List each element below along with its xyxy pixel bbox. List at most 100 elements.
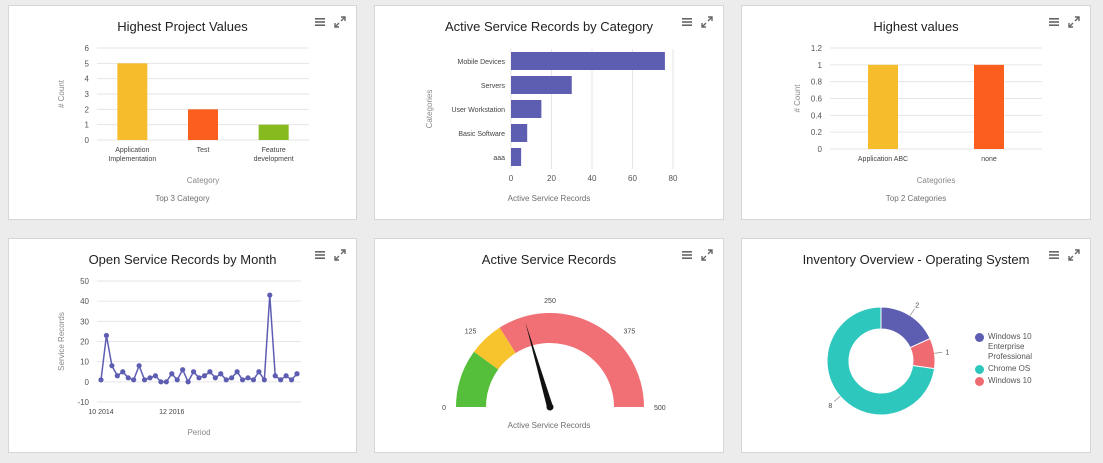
y-tick-label: 0: [85, 378, 90, 387]
legend-swatch: [975, 365, 984, 374]
chart-caption: Active Service Records: [507, 421, 591, 430]
slice-connector: [833, 396, 841, 402]
panel-highest-project-values: Highest Project Values 0 1 2 3 4 5 6 Applicatio…: [8, 5, 357, 220]
data-point: [261, 377, 267, 383]
x-axis-title: Period: [187, 428, 210, 437]
gauge-tick-label: 375: [624, 328, 636, 335]
legend-item[interactable]: Windows 10: [975, 376, 1046, 386]
bar: [188, 109, 218, 140]
bar: [511, 124, 528, 142]
bar: [868, 64, 898, 149]
y-tick-label: 2: [85, 105, 90, 114]
y-tick-label: Basic Software: [458, 131, 505, 138]
y-tick-label: 0: [85, 136, 90, 145]
data-point: [218, 371, 224, 377]
data-point: [196, 375, 202, 381]
x-tick-label: 80: [669, 174, 678, 183]
x-tick-label: 60: [628, 174, 637, 183]
bar: [511, 52, 665, 70]
data-point: [294, 371, 300, 377]
project-values-bar-chart: 0 1 2 3 4 5 6 Application Implementation Test Feat…: [57, 44, 309, 185]
legend-swatch: [975, 377, 984, 386]
highest-values-bar-chart: 0 0.2 0.4 0.6 0.8 1 1.2 Application ABC none # Co…: [793, 44, 1042, 185]
legend-item[interactable]: Chrome OS: [975, 364, 1046, 374]
y-tick-label: 0.8: [811, 78, 823, 87]
monthly-line-chart: -10 0 10 20 30 40 50 10 2014 12 2016 Service Reco…: [57, 277, 301, 437]
x-tick-label: 10 2014: [88, 409, 113, 416]
y-tick-label: 50: [80, 277, 89, 286]
x-tick-label: development: [254, 156, 294, 163]
y-axis-title: # Count: [793, 84, 802, 113]
x-tick-label: 20: [547, 174, 556, 183]
panel-active-service-records: Active Service Records 0 125 250 375 500 Act…: [374, 238, 724, 453]
y-tick-label: aaa: [493, 155, 505, 162]
gauge-tick-label: 500: [654, 405, 666, 412]
data-point: [272, 373, 278, 379]
y-tick-label: 0.2: [811, 128, 823, 137]
data-point: [185, 379, 191, 385]
panel-inventory-os: Inventory Overview - Operating System 21…: [741, 238, 1091, 453]
y-tick-label: 3: [85, 90, 90, 99]
data-point: [239, 377, 246, 383]
series-line: [100, 295, 298, 384]
data-point: [288, 377, 295, 383]
x-tick-label: Implementation: [108, 156, 156, 163]
data-point: [147, 375, 153, 381]
data-point: [114, 373, 120, 379]
legend-swatch: [975, 333, 984, 342]
x-tick-label: Application: [115, 147, 149, 154]
y-tick-label: 30: [80, 317, 89, 326]
x-tick-label: 12 2016: [159, 409, 184, 416]
bar: [511, 76, 572, 94]
data-point: [229, 375, 235, 381]
x-tick-label: 0: [509, 174, 514, 183]
gauge-pivot: [546, 403, 554, 411]
x-tick-label: Application ABC: [858, 156, 908, 163]
x-tick-label: Test: [197, 147, 210, 154]
y-axis-title: Service Records: [57, 312, 66, 371]
gauge-band: [499, 313, 644, 407]
y-tick-label: 10: [80, 358, 89, 367]
panel-open-service-records-by-month: Open Service Records by Month -10 0 10 20 30…: [8, 238, 357, 453]
data-point: [190, 369, 197, 375]
y-tick-label: Mobile Devices: [458, 59, 506, 66]
slice-value-label: 2: [915, 303, 919, 310]
y-tick-label: 1: [818, 61, 823, 70]
x-axis-title: Category: [187, 176, 219, 185]
slice-connector: [934, 351, 943, 354]
data-point: [212, 375, 218, 381]
gauge-tick-label: 125: [465, 328, 477, 335]
data-point: [109, 363, 115, 369]
data-point: [250, 377, 257, 383]
legend-label: Chrome OS: [988, 364, 1031, 373]
data-point: [207, 369, 213, 375]
y-axis-title: # Count: [57, 79, 66, 108]
gauge-tick-label: 250: [544, 298, 556, 305]
data-point: [103, 332, 110, 339]
y-tick-label: 1: [85, 121, 90, 130]
bar: [117, 63, 148, 141]
data-point: [163, 379, 169, 385]
legend-item[interactable]: Windows 10 Enterprise Professional: [975, 332, 1046, 362]
x-tick-label: none: [981, 156, 997, 163]
x-tick-label: 40: [588, 174, 597, 183]
data-point: [174, 377, 180, 383]
bar: [511, 100, 542, 118]
slice-value-label: 8: [828, 403, 832, 410]
panel-highest-values: Highest values 0 0.2 0.4 0.6 0.8 1 1.2 Applicat…: [741, 5, 1091, 220]
data-point: [136, 363, 142, 369]
data-point: [278, 377, 284, 383]
legend-label: Windows 10: [988, 376, 1032, 385]
data-point: [158, 379, 164, 385]
bar: [511, 148, 522, 166]
y-tick-label: 1.2: [811, 44, 823, 53]
chart-caption: Active Service Records: [507, 194, 591, 203]
data-point: [267, 292, 273, 298]
x-axis-title: Categories: [917, 176, 956, 185]
data-point: [98, 377, 104, 383]
slice-value-label: 1: [945, 349, 949, 356]
data-point: [131, 377, 137, 383]
data-point: [256, 369, 262, 375]
y-tick-label: 20: [80, 338, 89, 347]
data-point: [234, 369, 240, 375]
